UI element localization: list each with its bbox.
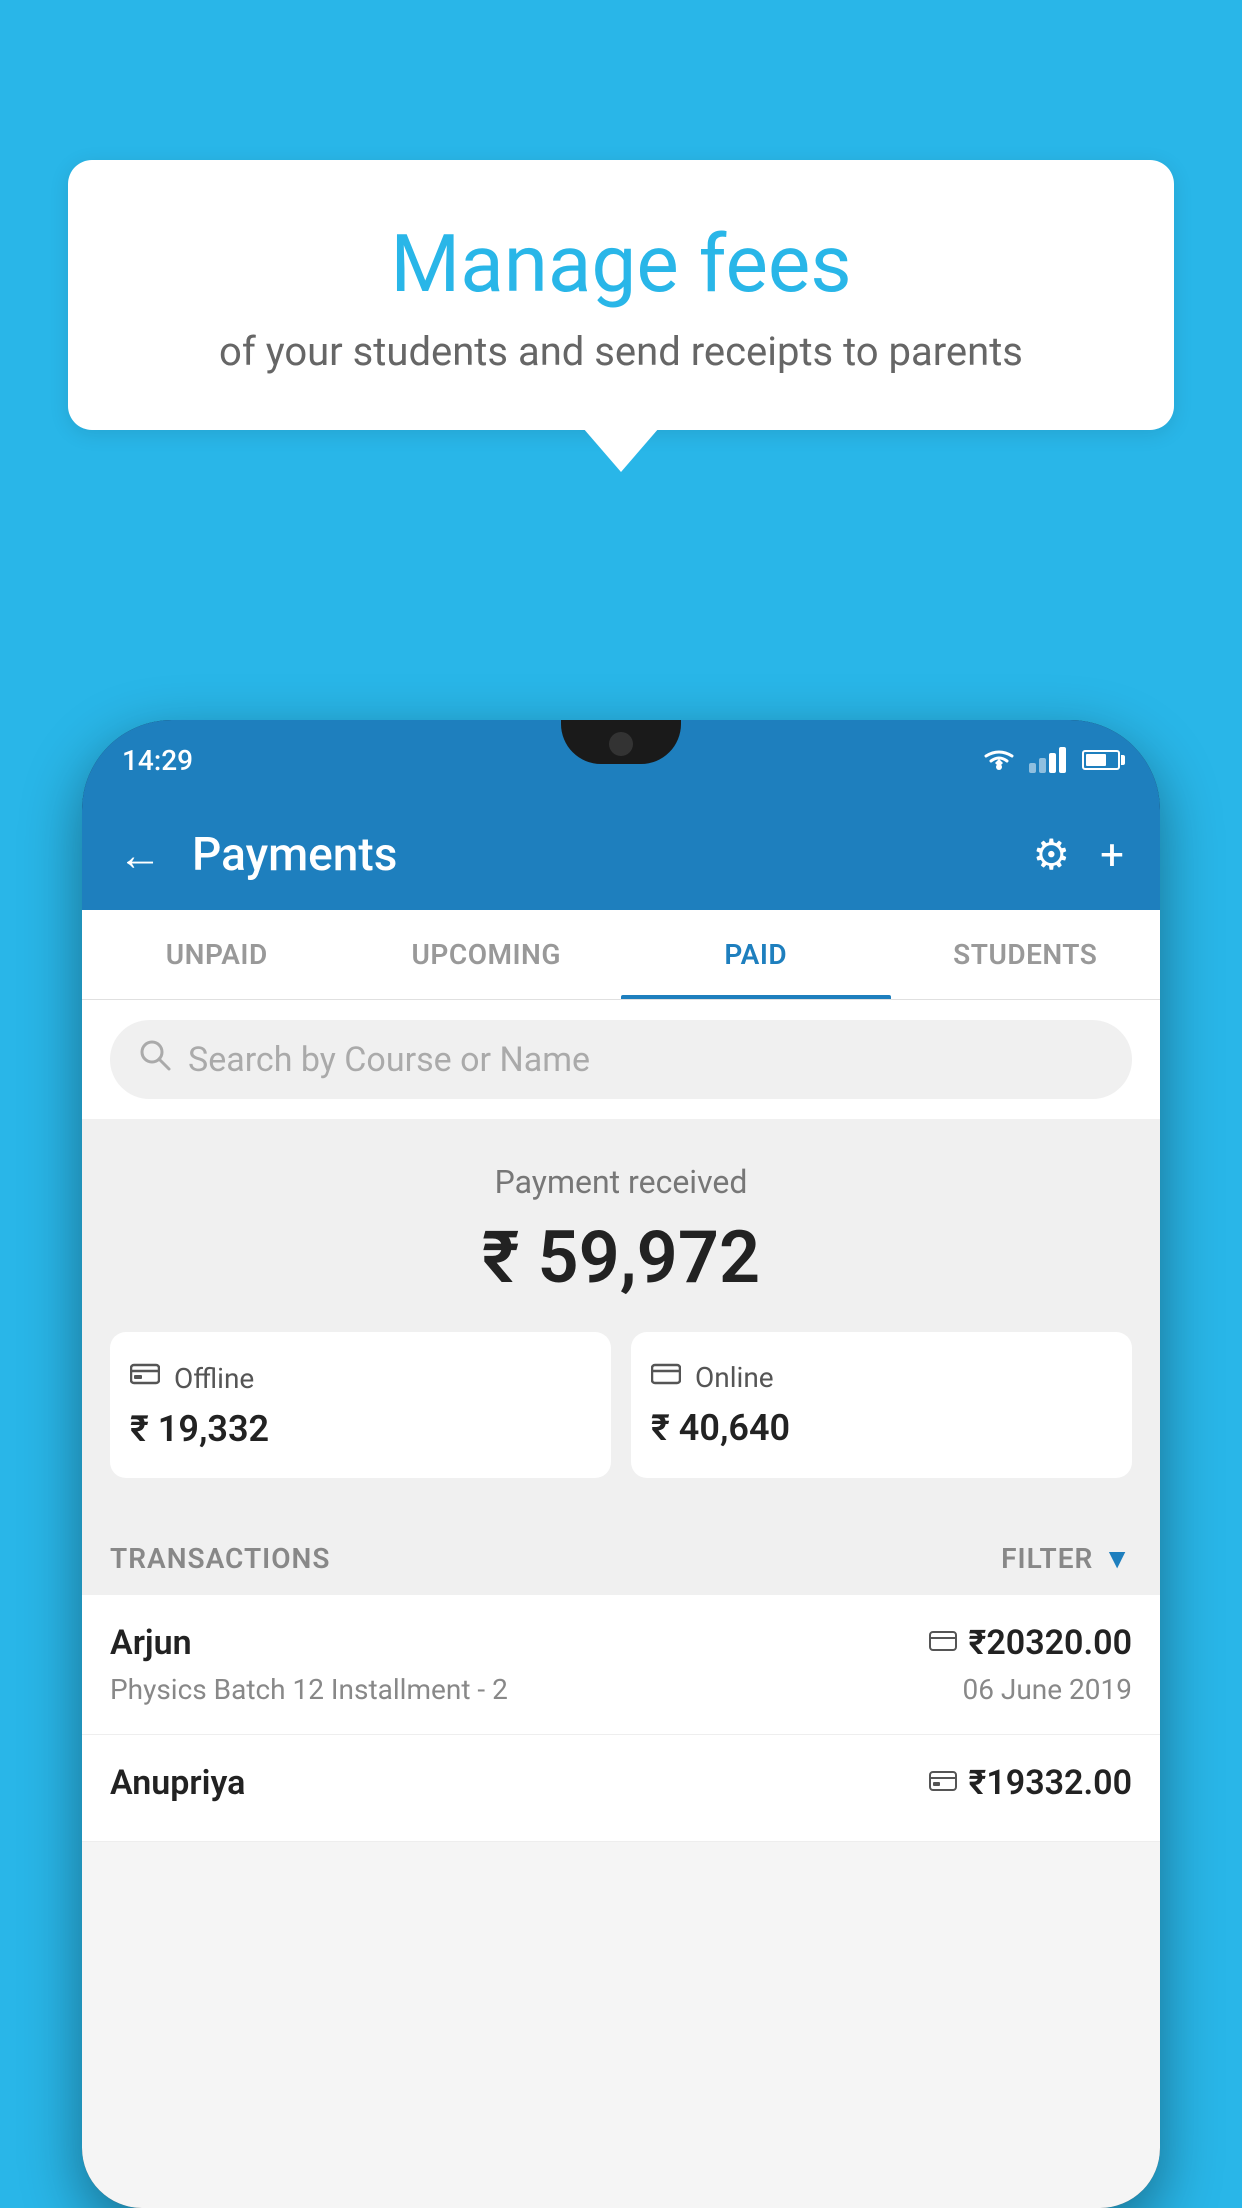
tabs-bar: UNPAID UPCOMING PAID STUDENTS: [82, 910, 1160, 1000]
transaction-name: Arjun: [110, 1623, 192, 1663]
tab-students[interactable]: STUDENTS: [891, 910, 1161, 999]
add-icon[interactable]: +: [1100, 831, 1124, 880]
online-label: Online: [695, 1361, 774, 1394]
transaction-list: Arjun ₹20320.00 Physics Batch 12 Install…: [82, 1595, 1160, 1842]
status-time: 14:29: [122, 744, 193, 777]
search-input-wrap[interactable]: Search by Course or Name: [110, 1020, 1132, 1099]
status-icons: [981, 747, 1120, 773]
header-title: Payments: [192, 828, 1013, 882]
payment-label: Payment received: [110, 1163, 1132, 1201]
transactions-header: TRANSACTIONS FILTER ▼: [82, 1514, 1160, 1595]
tab-paid[interactable]: PAID: [621, 910, 891, 999]
filter-icon: ▼: [1103, 1542, 1132, 1575]
online-icon: [651, 1360, 681, 1395]
transactions-label: TRANSACTIONS: [110, 1542, 330, 1575]
bubble-subtitle: of your students and send receipts to pa…: [118, 328, 1124, 375]
battery-icon: [1082, 750, 1120, 770]
header-icons: ⚙ +: [1033, 830, 1125, 880]
camera-dot: [609, 732, 633, 756]
search-bar: Search by Course or Name: [82, 1000, 1160, 1119]
filter-button[interactable]: FILTER ▼: [1001, 1542, 1132, 1575]
transaction-row-bottom: Physics Batch 12 Installment - 2 06 June…: [110, 1673, 1132, 1706]
offline-card-header: Offline: [130, 1360, 591, 1396]
payment-cards: Offline ₹ 19,332 Online: [110, 1332, 1132, 1478]
transaction-amount-wrap: ₹19332.00: [929, 1763, 1132, 1803]
transaction-amount: ₹19332.00: [969, 1763, 1132, 1803]
online-payment-icon: [929, 1627, 957, 1660]
online-amount: ₹ 40,640: [651, 1407, 1112, 1449]
phone-frame: 14:29: [82, 720, 1160, 2208]
tab-unpaid[interactable]: UNPAID: [82, 910, 352, 999]
transaction-name: Anupriya: [110, 1763, 245, 1803]
online-card: Online ₹ 40,640: [631, 1332, 1132, 1478]
transaction-item[interactable]: Arjun ₹20320.00 Physics Batch 12 Install…: [82, 1595, 1160, 1735]
phone-content: Search by Course or Name Payment receive…: [82, 1000, 1160, 2208]
search-icon: [138, 1038, 172, 1081]
offline-card: Offline ₹ 19,332: [110, 1332, 611, 1478]
transaction-amount-wrap: ₹20320.00: [929, 1623, 1132, 1663]
offline-amount: ₹ 19,332: [130, 1408, 591, 1450]
transaction-amount: ₹20320.00: [969, 1623, 1132, 1663]
transaction-row-top: Arjun ₹20320.00: [110, 1623, 1132, 1663]
phone-notch: [561, 720, 681, 764]
search-placeholder: Search by Course or Name: [188, 1040, 590, 1080]
wifi-icon: [981, 747, 1017, 773]
status-bar: 14:29: [82, 720, 1160, 800]
app-header: ← Payments ⚙ +: [82, 800, 1160, 910]
tab-upcoming[interactable]: UPCOMING: [352, 910, 622, 999]
settings-icon[interactable]: ⚙: [1033, 830, 1071, 880]
payment-amount: ₹ 59,972: [110, 1215, 1132, 1300]
back-button[interactable]: ←: [118, 829, 162, 881]
transaction-date: 06 June 2019: [962, 1673, 1132, 1706]
offline-label: Offline: [174, 1362, 254, 1395]
bubble-title: Manage fees: [118, 220, 1124, 308]
online-card-header: Online: [651, 1360, 1112, 1395]
signal-icon: [1029, 747, 1066, 773]
payment-summary: Payment received ₹ 59,972 Offline: [82, 1119, 1160, 1514]
transaction-desc: Physics Batch 12 Installment - 2: [110, 1673, 508, 1706]
transaction-item[interactable]: Anupriya ₹19332.00: [82, 1735, 1160, 1842]
transaction-row-top: Anupriya ₹19332.00: [110, 1763, 1132, 1803]
offline-icon: [130, 1360, 160, 1396]
offline-payment-icon: [929, 1767, 957, 1800]
speech-bubble: Manage fees of your students and send re…: [68, 160, 1174, 430]
